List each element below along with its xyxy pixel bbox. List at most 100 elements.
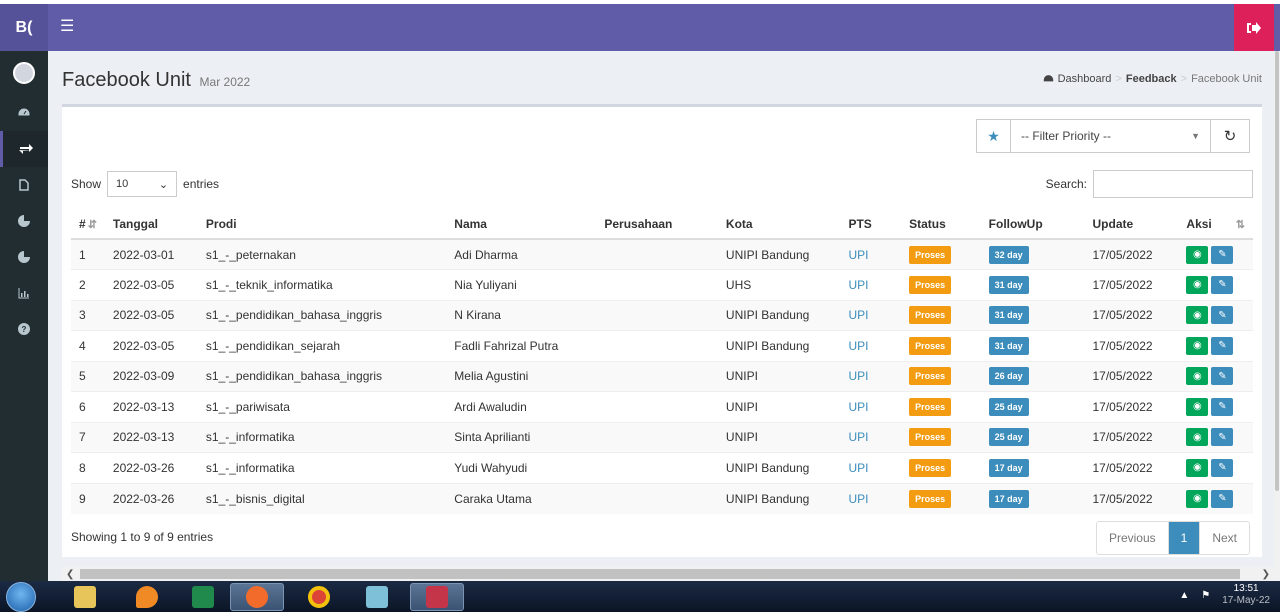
pie-chart-icon[interactable]: [0, 203, 48, 239]
column-header-perusahaan[interactable]: Perusahaan: [596, 209, 718, 240]
column-header-followup[interactable]: FollowUp: [980, 209, 1085, 240]
filter-priority-select[interactable]: -- Filter Priority -- ▼: [1011, 120, 1211, 152]
view-button[interactable]: ◉: [1186, 336, 1209, 355]
edit-button[interactable]: ✎: [1211, 275, 1234, 294]
pts-link[interactable]: UPI: [848, 369, 868, 383]
view-button[interactable]: ◉: [1186, 397, 1209, 416]
app-flame-taskbar-icon[interactable]: [120, 583, 174, 611]
view-button[interactable]: ◉: [1186, 458, 1209, 477]
start-button[interactable]: [6, 582, 36, 612]
edit-button[interactable]: ✎: [1211, 245, 1234, 264]
cell-update: 17/05/2022: [1084, 238, 1179, 270]
status-badge: Proses: [909, 367, 952, 386]
search-control: Search:: [1046, 170, 1253, 198]
pts-link[interactable]: UPI: [848, 492, 868, 506]
star-icon: ★: [977, 120, 1011, 152]
feedback-table: # ⇵ Tanggal Prodi Nama Perusahaan Kota PT…: [71, 209, 1253, 514]
dashboard-icon[interactable]: [0, 95, 48, 131]
view-button[interactable]: ◉: [1186, 306, 1209, 325]
pencil-icon: ✎: [1218, 309, 1227, 321]
view-button[interactable]: ◉: [1186, 245, 1209, 264]
pts-link[interactable]: UPI: [848, 339, 868, 353]
cell-aksi: ◉ ✎: [1178, 238, 1253, 270]
pts-link[interactable]: UPI: [848, 248, 868, 262]
help-icon[interactable]: ?: [0, 311, 48, 347]
app-taskbar-icon[interactable]: [410, 583, 464, 611]
tray-expand-icon[interactable]: ▲: [1179, 590, 1189, 601]
next-page-button[interactable]: Next: [1199, 522, 1249, 554]
firefox-taskbar-icon[interactable]: [230, 583, 284, 611]
previous-page-button[interactable]: Previous: [1096, 522, 1168, 554]
cell-perusahaan: [596, 269, 718, 300]
view-button[interactable]: ◉: [1186, 275, 1209, 294]
column-header-update[interactable]: Update: [1084, 209, 1179, 240]
pts-link[interactable]: UPI: [848, 308, 868, 322]
system-tray: ▲ ⚑ 13:51 17-May-22: [1179, 583, 1270, 607]
page-1-button[interactable]: 1: [1167, 522, 1200, 554]
edit-button[interactable]: ✎: [1211, 458, 1234, 477]
cell-followup: 26 day: [980, 360, 1085, 392]
bar-chart-icon[interactable]: [0, 275, 48, 311]
edit-button[interactable]: ✎: [1211, 428, 1234, 447]
edit-button[interactable]: ✎: [1211, 306, 1234, 325]
cell-perusahaan: [596, 360, 718, 392]
edit-button[interactable]: ✎: [1211, 397, 1234, 416]
document-icon[interactable]: [0, 167, 48, 203]
column-header-pts[interactable]: PTS: [840, 209, 902, 240]
search-input[interactable]: [1093, 170, 1253, 198]
excel-taskbar-icon[interactable]: [176, 583, 230, 611]
column-header-tanggal[interactable]: Tanggal: [104, 209, 198, 240]
column-header-status[interactable]: Status: [901, 209, 981, 240]
pts-link[interactable]: UPI: [848, 430, 868, 444]
cell-update: 17/05/2022: [1084, 269, 1179, 300]
edit-button[interactable]: ✎: [1211, 489, 1234, 508]
column-header-nama[interactable]: Nama: [446, 209, 597, 240]
column-header-kota[interactable]: Kota: [717, 209, 841, 240]
cell-tanggal: 2022-03-09: [104, 360, 198, 392]
chrome-taskbar-icon[interactable]: [292, 583, 346, 611]
folder-taskbar-icon[interactable]: [350, 583, 404, 611]
sidebar: ?: [0, 51, 48, 581]
refresh-button[interactable]: ↻: [1211, 120, 1249, 152]
followup-badge: 31 day: [988, 275, 1029, 294]
scroll-left-icon[interactable]: ❮: [66, 569, 74, 580]
cell-prodi: s1_-_bisnis_digital: [197, 482, 447, 514]
breadcrumb-feedback[interactable]: Feedback: [1126, 73, 1177, 85]
menu-toggle-icon[interactable]: ☰: [60, 16, 74, 36]
flag-icon[interactable]: ⚑: [1201, 590, 1210, 601]
breadcrumb-dashboard[interactable]: Dashboard: [1058, 73, 1112, 85]
edit-button[interactable]: ✎: [1211, 336, 1234, 355]
pts-link[interactable]: UPI: [848, 461, 868, 475]
horizontal-scrollbar[interactable]: ❮ ❯: [62, 567, 1274, 581]
cell-no: 1: [71, 238, 105, 270]
scrollbar-thumb[interactable]: [80, 569, 1240, 579]
column-header-aksi[interactable]: Aksi ⇅: [1178, 209, 1253, 240]
column-header-no[interactable]: # ⇵: [71, 209, 105, 240]
scroll-right-icon[interactable]: ❯: [1262, 569, 1270, 580]
cell-aksi: ◉ ✎: [1178, 391, 1253, 422]
entries-label: entries: [183, 177, 220, 191]
cell-tanggal: 2022-03-05: [104, 330, 198, 361]
column-header-prodi[interactable]: Prodi: [197, 209, 447, 240]
pts-link[interactable]: UPI: [848, 400, 868, 414]
view-button[interactable]: ◉: [1186, 489, 1209, 508]
pie-chart-icon-2[interactable]: [0, 239, 48, 275]
file-explorer-taskbar-icon[interactable]: [58, 583, 112, 611]
cell-aksi: ◉ ✎: [1178, 330, 1253, 361]
cell-nama: Fadli Fahrizal Putra: [446, 330, 597, 361]
user-avatar[interactable]: [0, 51, 48, 95]
cell-status: Proses: [901, 452, 981, 483]
cell-kota: UNIPI: [717, 421, 841, 453]
cell-nama: Adi Dharma: [446, 238, 597, 270]
page-length-select[interactable]: 10 ⌄: [107, 171, 178, 197]
edit-button[interactable]: ✎: [1211, 367, 1234, 386]
view-button[interactable]: ◉: [1186, 428, 1209, 447]
vertical-scrollbar[interactable]: [1274, 51, 1280, 581]
logout-button[interactable]: [1234, 4, 1274, 51]
clock[interactable]: 13:51 17-May-22: [1222, 583, 1270, 607]
feedback-icon[interactable]: [0, 131, 48, 167]
view-button[interactable]: ◉: [1186, 367, 1209, 386]
pencil-icon: ✎: [1218, 462, 1227, 474]
brand-logo[interactable]: B(: [0, 4, 48, 51]
pts-link[interactable]: UPI: [848, 278, 868, 292]
